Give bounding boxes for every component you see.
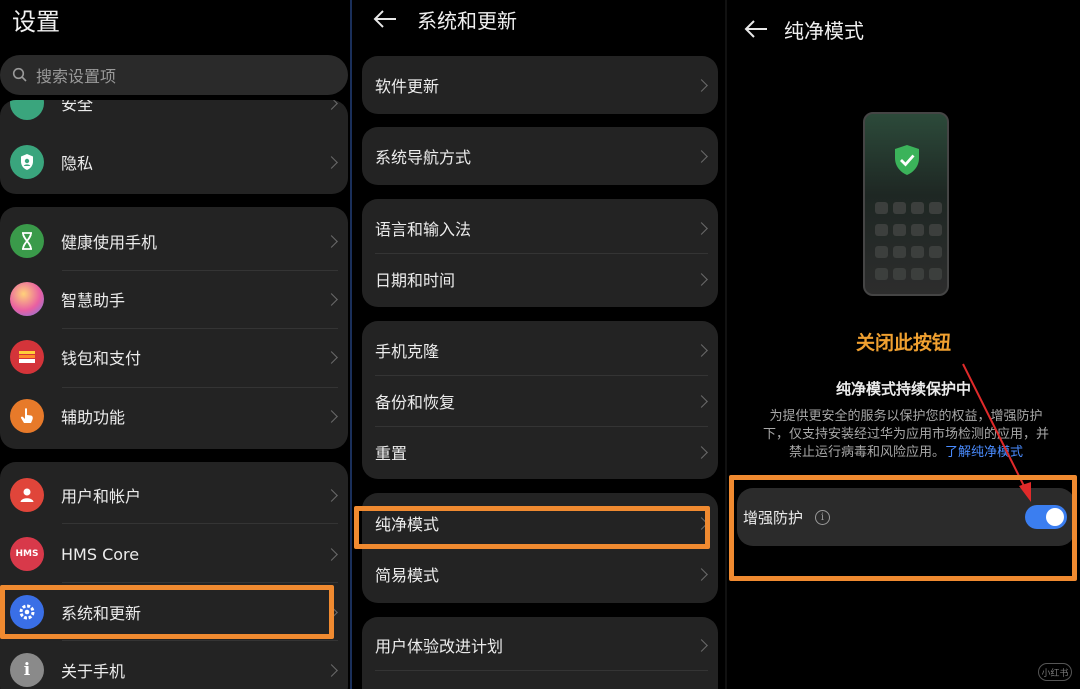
chevron-right-icon	[695, 149, 708, 163]
toggle-knob	[1046, 508, 1064, 526]
system-group-3: 语言和输入法 日期和时间	[362, 199, 718, 307]
assistant-icon	[10, 282, 44, 316]
annotation-text: 关闭此按钮	[855, 332, 951, 354]
page-title: 纯净模式	[784, 18, 864, 43]
chevron-right-icon	[325, 155, 338, 169]
chevron-right-icon	[695, 343, 708, 357]
system-update-panel: 系统和更新 软件更新 系统导航方式 语言和输入法 日期和时间 手机克隆 备份和恢…	[352, 0, 725, 689]
back-arrow-icon[interactable]	[372, 9, 398, 29]
chevron-right-icon	[695, 221, 708, 235]
back-arrow-icon[interactable]	[743, 19, 769, 39]
divider	[375, 253, 708, 254]
settings-item-accounts[interactable]: 用户和帐户	[0, 473, 348, 517]
description: 为提供更安全的服务以保护您的权益，增强防护 下，仅支持安装经过华为应用市场检测的…	[762, 409, 1049, 460]
system-item-phone-clone[interactable]: 手机克隆	[362, 328, 718, 372]
system-item-date-time[interactable]: 日期和时间	[362, 257, 718, 301]
divider	[62, 582, 338, 583]
divider	[375, 426, 708, 427]
chevron-right-icon	[695, 516, 708, 530]
divider	[62, 328, 338, 329]
divider	[62, 640, 338, 641]
sidebar-item-security[interactable]: 安全	[0, 100, 348, 120]
system-group-2: 系统导航方式	[362, 127, 718, 185]
header: 纯净模式	[743, 14, 864, 44]
chevron-right-icon	[325, 292, 338, 306]
hourglass-icon	[10, 224, 44, 258]
chevron-right-icon	[695, 567, 708, 581]
system-item-simple-mode[interactable]: 简易模式	[362, 552, 718, 596]
chevron-right-icon	[325, 100, 338, 110]
settings-group-3: 用户和帐户 HMS HMS Core 系统和更新 i 关于手机	[0, 462, 348, 689]
chevron-right-icon	[325, 234, 338, 248]
shield-check-icon	[893, 144, 921, 180]
phone-illustration	[863, 112, 949, 296]
settings-item-wallet[interactable]: 钱包和支付	[0, 335, 348, 379]
hms-icon: HMS	[10, 537, 44, 571]
chevron-right-icon	[695, 638, 708, 652]
page-title: 系统和更新	[417, 8, 517, 33]
settings-item-system-update[interactable]: 系统和更新	[0, 590, 348, 634]
chevron-right-icon	[695, 394, 708, 408]
search-icon	[12, 67, 27, 82]
divider	[375, 548, 708, 549]
search-input[interactable]: 搜索设置项	[0, 55, 348, 95]
system-group-1: 软件更新	[362, 56, 718, 114]
system-item-backup[interactable]: 备份和恢复	[362, 379, 718, 423]
chevron-right-icon	[325, 547, 338, 561]
system-item-pure-mode[interactable]: 纯净模式	[362, 501, 718, 545]
pure-mode-panel: 纯净模式 关闭此按钮 纯净模式持续保护中 为提供更安全的服务以保护您的权益，增强…	[727, 0, 1080, 689]
system-group-4: 手机克隆 备份和恢复 重置	[362, 321, 718, 479]
settings-item-digital-balance[interactable]: 健康使用手机	[0, 219, 348, 263]
settings-panel: 设置 安全 隐私 健康使用手机 智慧助手 钱包和支付 辅助功能 用户和帐户 HM…	[0, 0, 350, 689]
chevron-right-icon	[325, 663, 338, 677]
chevron-right-icon	[325, 350, 338, 364]
divider	[62, 270, 338, 271]
chevron-right-icon	[325, 605, 338, 619]
system-item-reset[interactable]: 重置	[362, 430, 718, 474]
chevron-right-icon	[325, 488, 338, 502]
divider	[375, 375, 708, 376]
wallet-icon	[10, 340, 44, 374]
settings-group-2: 健康使用手机 智慧助手 钱包和支付 辅助功能	[0, 207, 348, 449]
system-group-6: 用户体验改进计划	[362, 617, 718, 689]
status-title: 纯净模式持续保护中	[835, 380, 971, 398]
settings-item-assistant[interactable]: 智慧助手	[0, 277, 348, 321]
divider	[62, 387, 338, 388]
enhanced-protection-label: 增强防护	[743, 508, 804, 527]
chevron-right-icon	[695, 272, 708, 286]
enhanced-protection-toggle[interactable]	[1025, 505, 1067, 529]
header: 系统和更新	[372, 4, 517, 34]
settings-item-hms-core[interactable]: HMS HMS Core	[0, 532, 348, 576]
user-icon	[10, 478, 44, 512]
system-group-5: 纯净模式 简易模式	[362, 493, 718, 603]
settings-group-1: 安全 隐私	[0, 100, 348, 194]
chevron-right-icon	[695, 78, 708, 92]
settings-item-privacy[interactable]: 隐私	[0, 140, 348, 184]
gear-icon	[10, 595, 44, 629]
chevron-right-icon	[695, 445, 708, 459]
info-icon[interactable]: i	[815, 509, 831, 525]
hand-icon	[10, 399, 44, 433]
chevron-right-icon	[325, 409, 338, 423]
learn-more-link[interactable]: 了解纯净模式	[945, 445, 1023, 460]
security-icon	[10, 100, 44, 120]
system-item-language[interactable]: 语言和输入法	[362, 206, 718, 250]
enhanced-protection-row: 增强防护 i	[737, 488, 1075, 546]
watermark: 小红书	[1038, 663, 1072, 681]
divider	[62, 523, 338, 524]
privacy-shield-icon	[10, 145, 44, 179]
settings-item-about-phone[interactable]: i 关于手机	[0, 648, 348, 689]
divider	[375, 670, 708, 671]
info-icon: i	[10, 653, 44, 687]
page-title: 设置	[12, 8, 60, 36]
system-item-navigation[interactable]: 系统导航方式	[362, 134, 718, 178]
settings-item-accessibility[interactable]: 辅助功能	[0, 394, 348, 438]
system-item-user-experience[interactable]: 用户体验改进计划	[362, 623, 718, 667]
system-item-software-update[interactable]: 软件更新	[362, 63, 718, 107]
